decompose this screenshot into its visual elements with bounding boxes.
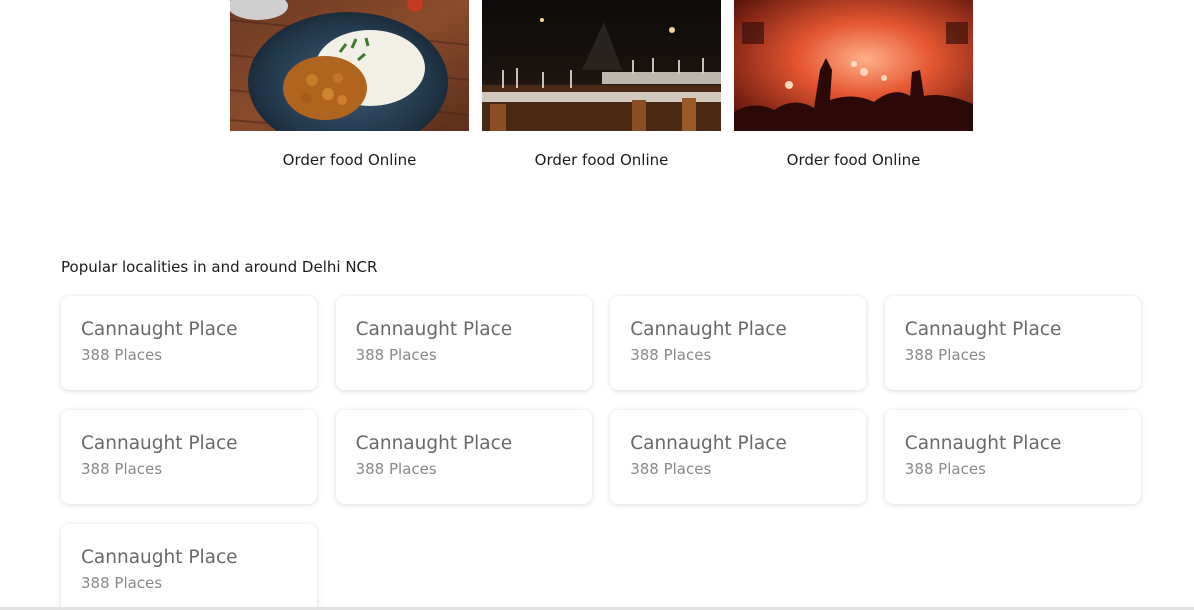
nightlife-concert-crowd-image[interactable]	[734, 0, 973, 131]
restaurant-dining-interior-image[interactable]	[482, 0, 721, 131]
locality-place-count: 388 Places	[81, 460, 163, 478]
localities-grid: Cannaught Place 388 Places Cannaught Place…	[61, 296, 1141, 610]
locality-place-count: 388 Places	[630, 460, 712, 478]
collection-label[interactable]: Order food Online	[230, 150, 469, 170]
locality-name: Cannaught Place	[355, 319, 513, 340]
collections-row: Order food Online Order food Online Orde…	[230, 0, 973, 170]
locality-name: Cannaught Place	[355, 433, 513, 454]
locality-card[interactable]: Cannaught Place 388 Places	[335, 410, 592, 504]
locality-name: Cannaught Place	[81, 319, 238, 340]
locality-card[interactable]: Cannaught Place 388 Places	[61, 410, 317, 504]
locality-name: Cannaught Place	[904, 433, 1062, 454]
popular-localities-title: Popular localities in and around Delhi N…	[61, 258, 378, 276]
locality-place-count: 388 Places	[81, 574, 163, 592]
locality-card[interactable]: Cannaught Place 388 Places	[335, 296, 592, 390]
locality-place-count: 388 Places	[630, 346, 712, 364]
locality-place-count: 388 Places	[904, 346, 986, 364]
locality-place-count: 388 Places	[81, 346, 163, 364]
locality-name: Cannaught Place	[81, 547, 238, 568]
locality-place-count: 388 Places	[904, 460, 986, 478]
locality-card[interactable]: Cannaught Place 388 Places	[610, 296, 867, 390]
locality-card[interactable]: Cannaught Place 388 Places	[884, 296, 1141, 390]
locality-card[interactable]: Cannaught Place 388 Places	[610, 410, 867, 504]
collection-card-2[interactable]: Order food Online	[482, 0, 721, 170]
collection-card-3[interactable]: Order food Online	[734, 0, 973, 170]
locality-name: Cannaught Place	[904, 319, 1062, 340]
locality-card[interactable]: Cannaught Place 388 Places	[884, 410, 1141, 504]
locality-card[interactable]: Cannaught Place 388 Places	[61, 524, 317, 610]
page: Order food Online Order food Online Orde…	[0, 0, 1194, 610]
curry-rice-plate-image[interactable]	[230, 0, 469, 131]
collection-card-1[interactable]: Order food Online	[230, 0, 469, 170]
locality-name: Cannaught Place	[630, 319, 787, 340]
locality-name: Cannaught Place	[630, 433, 787, 454]
locality-name: Cannaught Place	[81, 433, 238, 454]
locality-place-count: 388 Places	[355, 346, 437, 364]
collection-label[interactable]: Order food Online	[482, 150, 721, 170]
locality-card[interactable]: Cannaught Place 388 Places	[61, 296, 317, 390]
locality-place-count: 388 Places	[355, 460, 437, 478]
collection-label[interactable]: Order food Online	[734, 150, 973, 170]
